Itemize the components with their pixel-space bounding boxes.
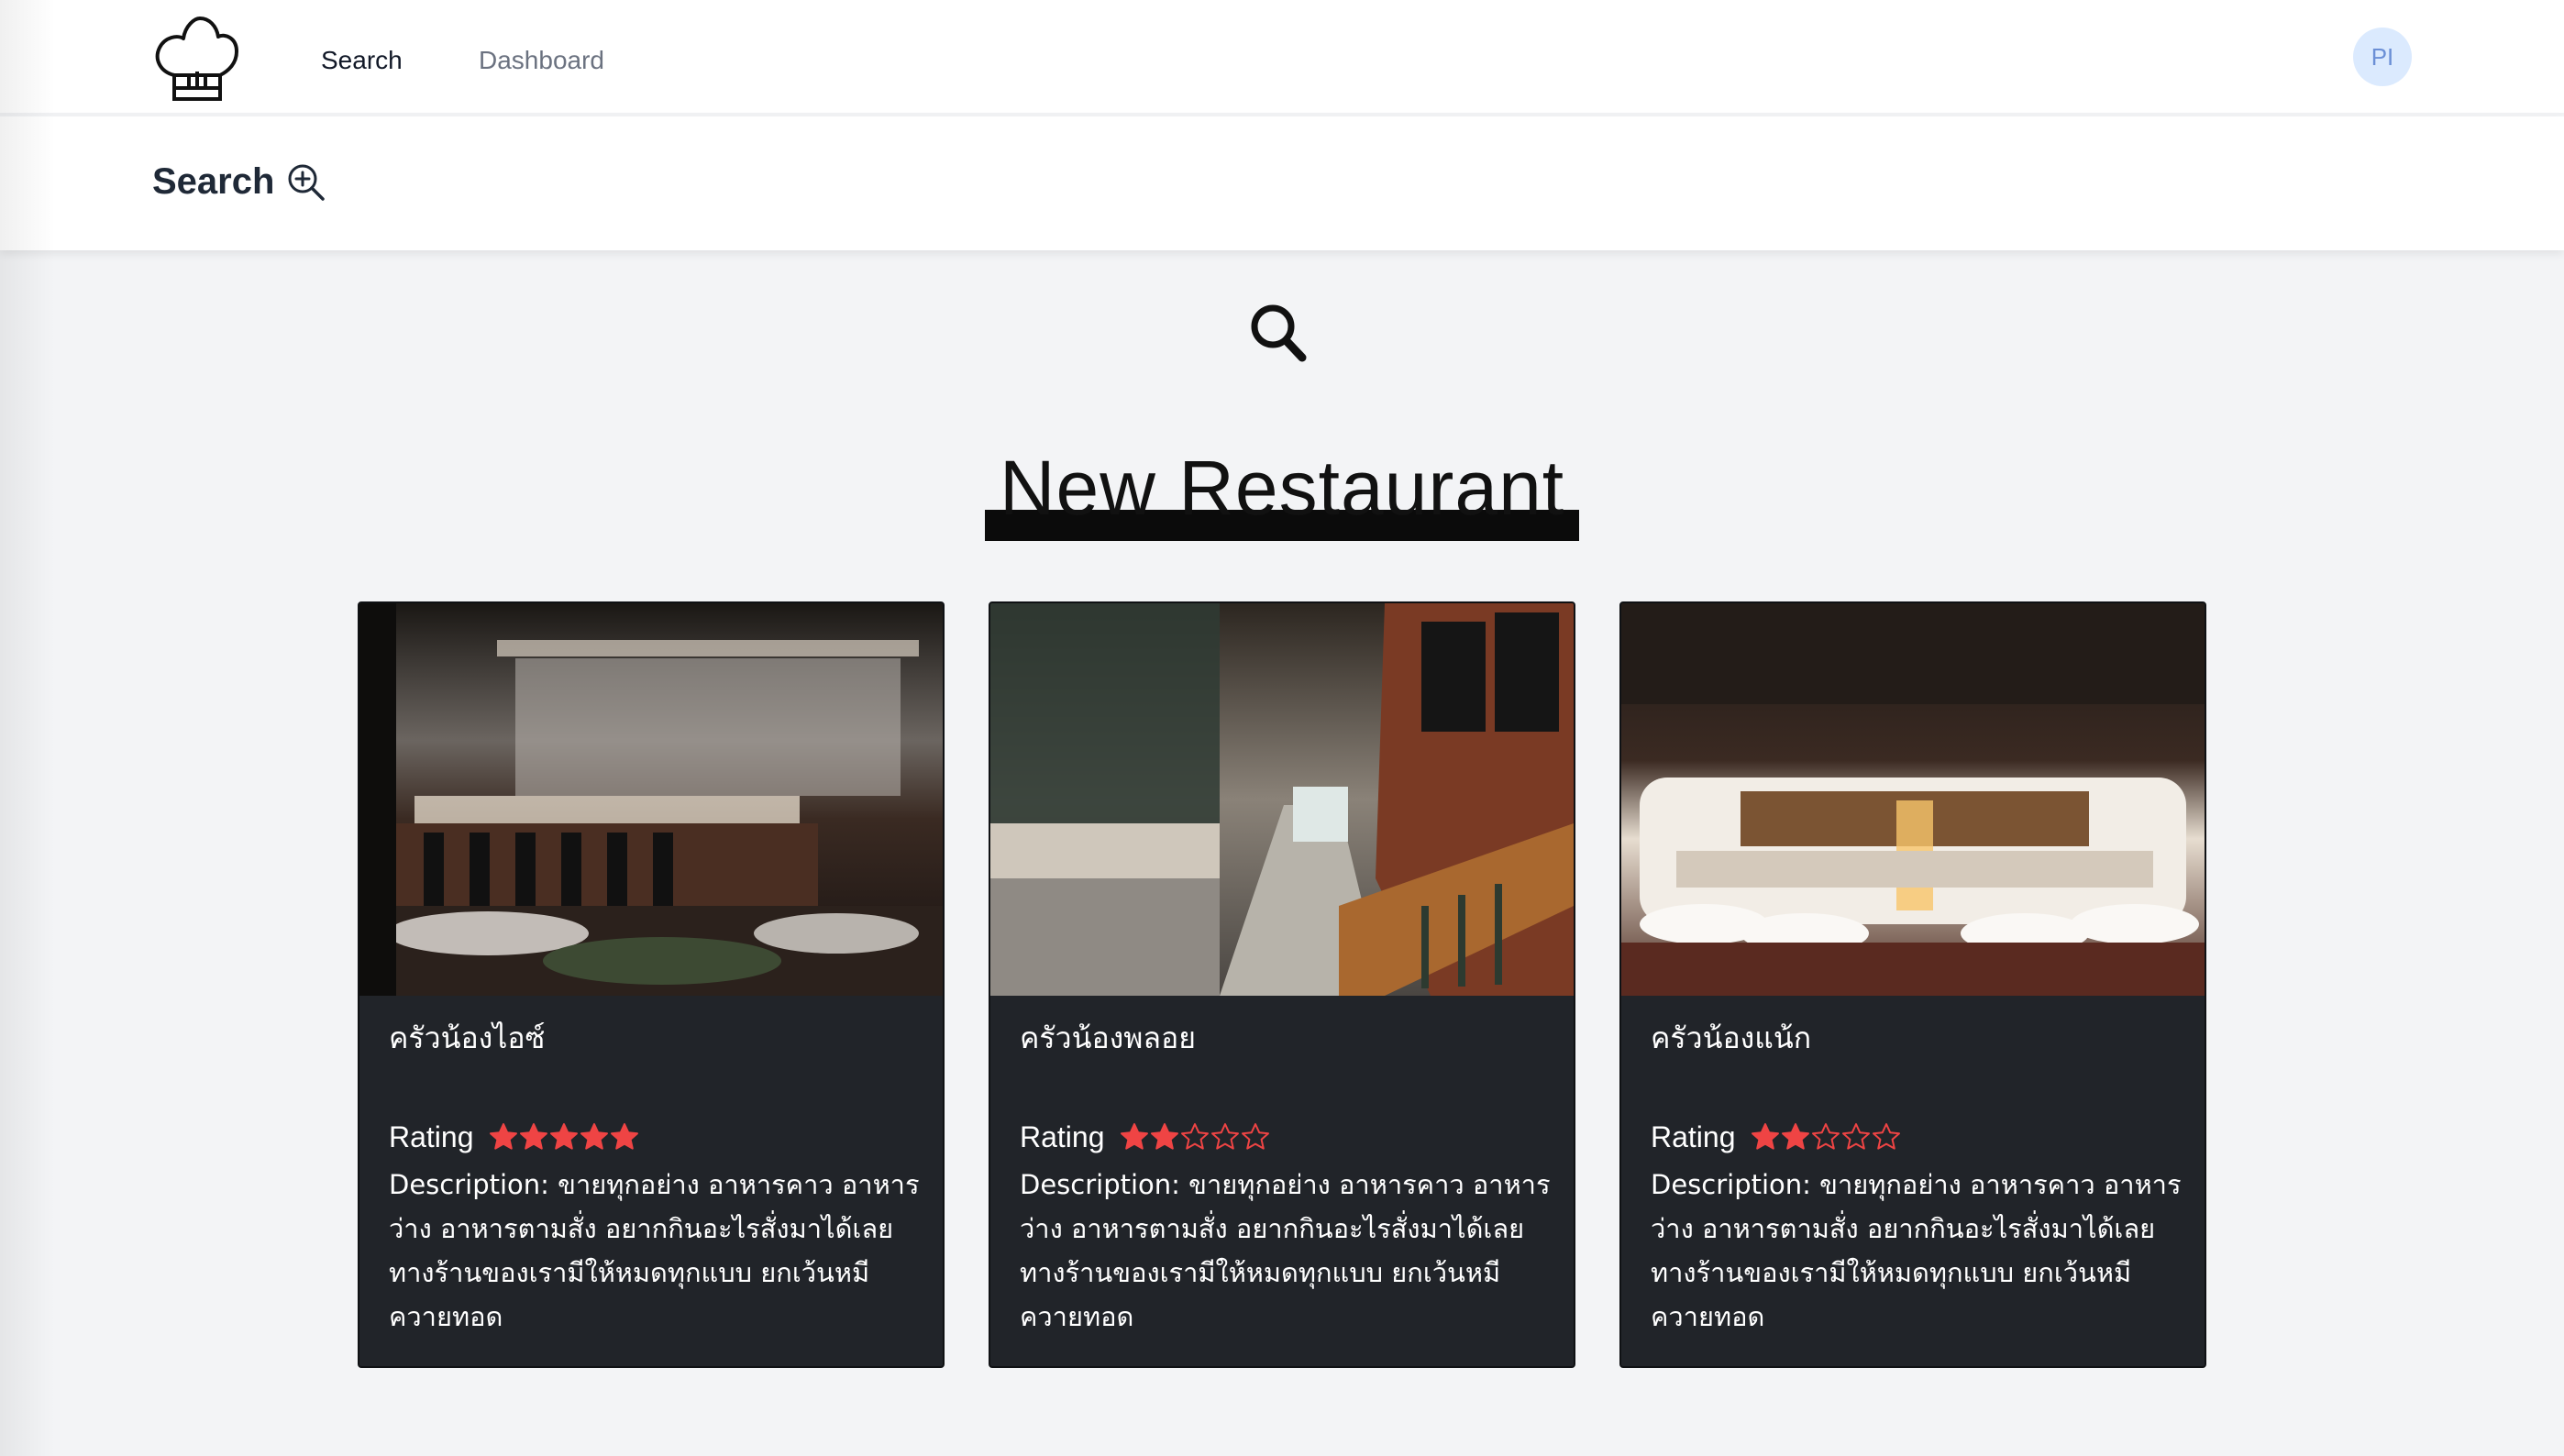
restaurant-photo bbox=[1621, 603, 2205, 996]
rating-label: Rating bbox=[1020, 1120, 1105, 1153]
star-filled-icon bbox=[580, 1123, 608, 1150]
rating-row: Rating bbox=[389, 1119, 640, 1155]
restaurant-name: ครัวน้องแน้ก bbox=[1651, 1020, 1812, 1055]
star-outline-icon bbox=[1241, 1123, 1269, 1150]
page-header: Search bbox=[0, 116, 2564, 250]
star-filled-icon bbox=[610, 1123, 638, 1150]
restaurant-name: ครัวน้องไอซ์ bbox=[389, 1020, 546, 1055]
star-filled-icon bbox=[489, 1123, 517, 1150]
star-filled-icon bbox=[1120, 1123, 1148, 1150]
restaurant-name: ครัวน้องพลอย bbox=[1020, 1020, 1196, 1055]
rating-row: Rating bbox=[1020, 1119, 1271, 1155]
star-filled-icon bbox=[1751, 1123, 1779, 1150]
restaurant-description: Description: ขายทุกอย่าง อาหารคาว อาหารว… bbox=[389, 1169, 920, 1332]
rating-label: Rating bbox=[1651, 1120, 1736, 1153]
user-avatar[interactable]: PI bbox=[2353, 28, 2412, 86]
restaurant-photo bbox=[990, 603, 1574, 996]
zoom-in-icon bbox=[288, 164, 325, 201]
chef-hat-icon[interactable] bbox=[152, 11, 240, 103]
star-outline-icon bbox=[1872, 1123, 1900, 1150]
nav-link-search[interactable]: Search bbox=[321, 44, 403, 77]
restaurant-card[interactable]: ครัวน้องแน้ก Rating Description: ขายทุกอ… bbox=[1619, 601, 2206, 1368]
restaurant-card[interactable]: ครัวน้องพลอย Rating Description: ขายทุกอ… bbox=[989, 601, 1575, 1368]
star-rating bbox=[1120, 1122, 1271, 1152]
restaurant-description: Description: ขายทุกอย่าง อาหารคาว อาหารว… bbox=[1020, 1169, 1551, 1332]
star-filled-icon bbox=[519, 1123, 547, 1150]
nav-link-dashboard[interactable]: Dashboard bbox=[479, 44, 604, 77]
star-outline-icon bbox=[1180, 1123, 1209, 1150]
section-title: New Restaurant bbox=[999, 445, 1565, 531]
restaurant-card[interactable]: ครัวน้องไอซ์ Rating Description: ขายทุกอ… bbox=[358, 601, 945, 1368]
section-heading: New Restaurant bbox=[985, 444, 1579, 541]
star-rating bbox=[489, 1122, 640, 1152]
star-filled-icon bbox=[1150, 1123, 1178, 1150]
star-outline-icon bbox=[1811, 1123, 1840, 1150]
page-title: Search bbox=[152, 161, 275, 202]
star-filled-icon bbox=[549, 1123, 578, 1150]
rating-label: Rating bbox=[389, 1120, 474, 1153]
star-outline-icon bbox=[1841, 1123, 1870, 1150]
restaurant-description: Description: ขายทุกอย่าง อาหารคาว อาหารว… bbox=[1651, 1169, 2182, 1332]
search-icon[interactable] bbox=[1249, 303, 1308, 363]
star-filled-icon bbox=[1781, 1123, 1809, 1150]
star-rating bbox=[1751, 1122, 1902, 1152]
top-navbar: Search Dashboard PI bbox=[0, 0, 2564, 115]
rating-row: Rating bbox=[1651, 1119, 1902, 1155]
restaurant-photo bbox=[359, 603, 943, 996]
star-outline-icon bbox=[1210, 1123, 1239, 1150]
